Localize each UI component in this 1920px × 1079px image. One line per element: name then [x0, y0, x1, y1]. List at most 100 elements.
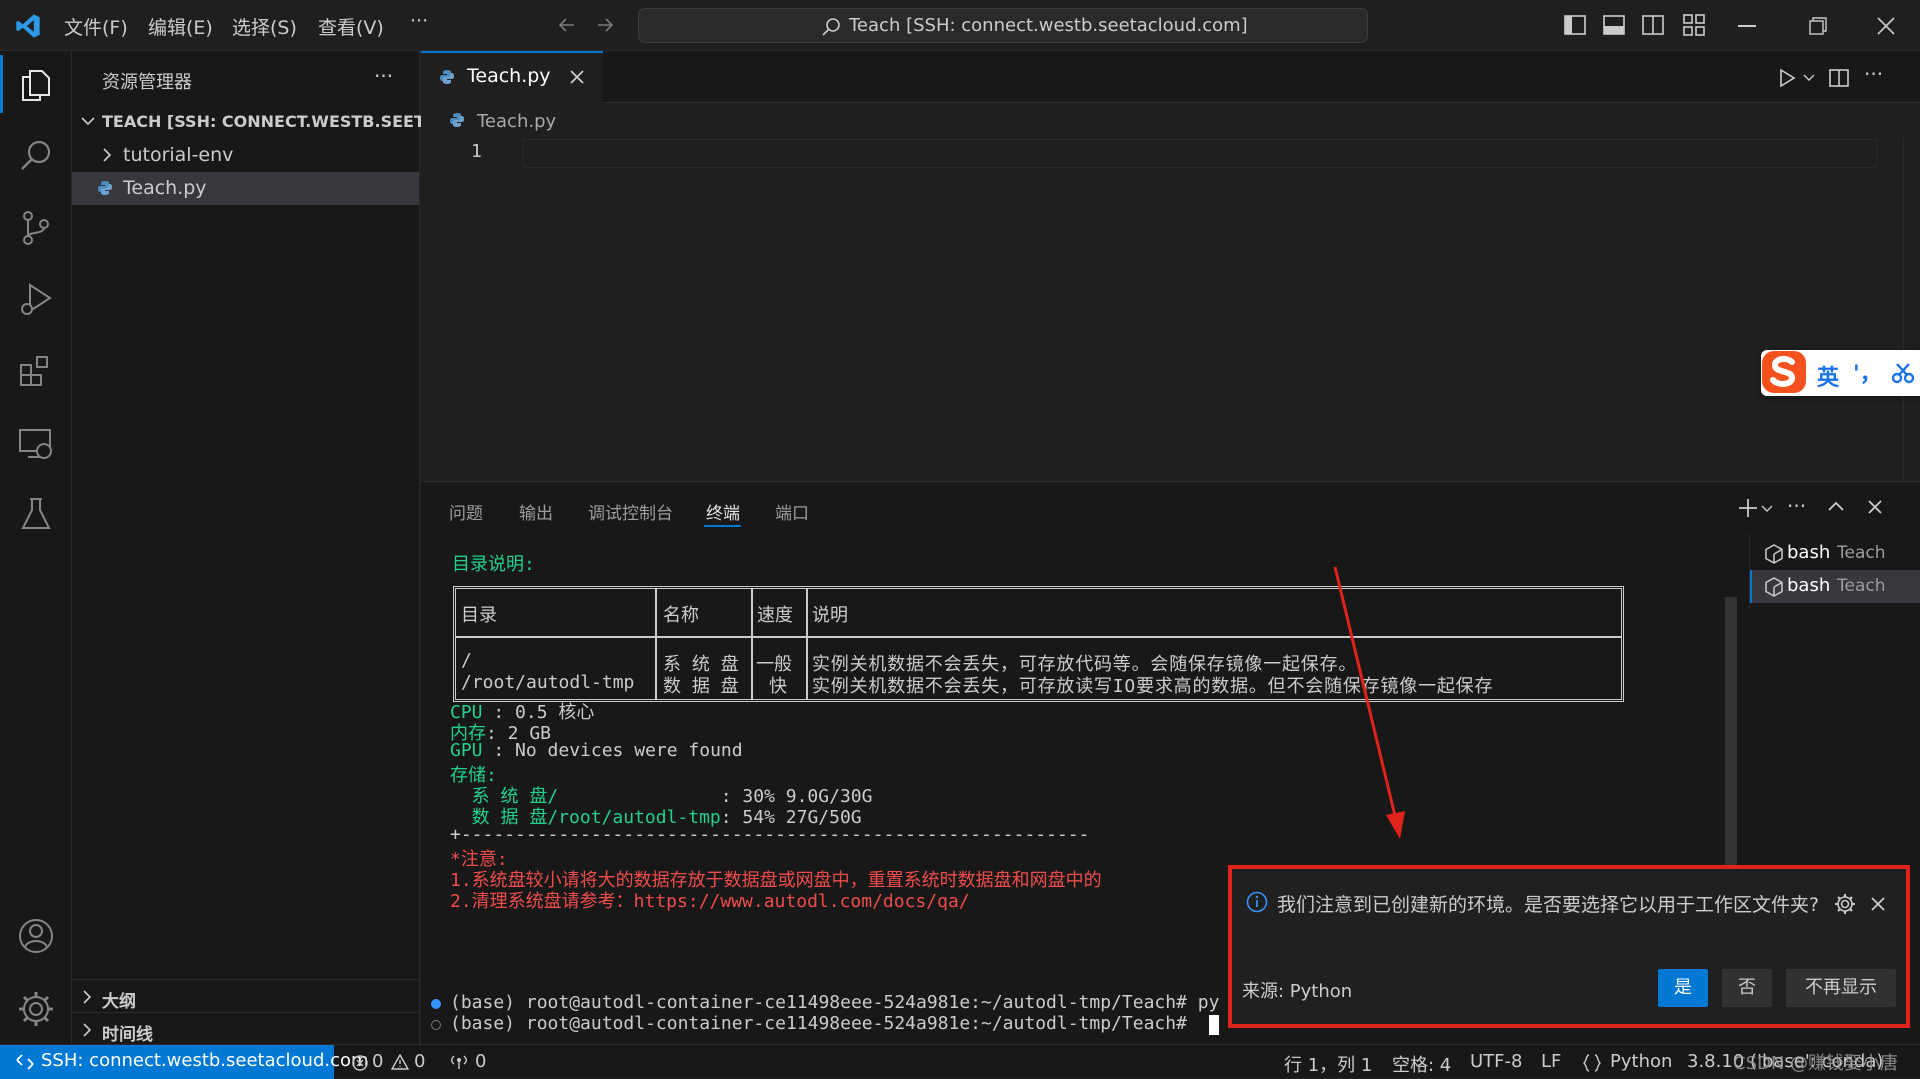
breadcrumb[interactable]: Teach.py	[477, 111, 556, 132]
menu-more[interactable]: ···	[410, 10, 428, 32]
terminal-prompt-2[interactable]: (base) root@autodl-container-ce11498eee-…	[450, 1013, 1198, 1034]
tree-item-label: Teach.py	[123, 177, 207, 199]
error-count[interactable]: 0	[372, 1051, 383, 1072]
source-control-icon[interactable]	[16, 208, 56, 248]
close-window-icon[interactable]	[1877, 17, 1895, 35]
forward-arrow-icon[interactable]	[594, 14, 616, 36]
annotation-arrow	[1333, 566, 1405, 839]
testing-icon[interactable]	[16, 494, 56, 534]
extensions-icon[interactable]	[16, 351, 56, 391]
close-panel-icon[interactable]	[1867, 499, 1883, 515]
tree-item-teach-py[interactable]: Teach.py	[72, 172, 419, 205]
active-tab-underline	[704, 525, 741, 527]
ime-tools-icon[interactable]	[1891, 362, 1915, 384]
tab-problems[interactable]: 问题	[449, 499, 483, 524]
toggle-panel-icon[interactable]	[1603, 15, 1625, 35]
table-header-cell: 目录	[461, 605, 497, 626]
remote-explorer-icon[interactable]	[16, 423, 56, 463]
workspace-folder-header[interactable]: TEACH [SSH: CONNECT.WESTB.SEETAC...	[72, 106, 466, 139]
terminal-bash-icon	[1764, 544, 1784, 564]
command-decoration-success-icon[interactable]	[431, 999, 441, 1009]
minimize-icon[interactable]	[1738, 25, 1756, 27]
warning-icon[interactable]	[391, 1054, 409, 1070]
remote-connection-icon	[16, 1054, 34, 1070]
workspace-folder-label: TEACH [SSH: CONNECT.WESTB.SEETAC...	[102, 112, 466, 131]
outline-section[interactable]: 大纲	[72, 981, 419, 1014]
terminal-tab-bash-1[interactable]: bash Teach	[1750, 537, 1920, 569]
toggle-secondary-sidebar-icon[interactable]	[1642, 15, 1664, 35]
menu-selection[interactable]: 选择(S)	[232, 13, 297, 40]
cursor-position[interactable]: 行 1，列 1	[1284, 1051, 1372, 1077]
language-braces-icon[interactable]	[1583, 1054, 1601, 1072]
vertical-scrollbar[interactable]	[1903, 137, 1920, 481]
explorer-icon[interactable]	[16, 65, 56, 105]
run-dropdown-chevron-icon[interactable]	[1803, 74, 1815, 82]
tree-item-tutorial-env[interactable]: tutorial-env	[72, 139, 419, 172]
notification-settings-gear-icon[interactable]	[1834, 893, 1856, 915]
terminal-prompt-1: (base) root@autodl-container-ce11498eee-…	[450, 992, 1220, 1013]
terminal-divider-line: +---------------------------------------…	[450, 824, 1090, 845]
ime-language[interactable]: 英	[1817, 360, 1839, 392]
command-center-search[interactable]: Teach [SSH: connect.westb.seetacloud.com…	[638, 8, 1368, 43]
active-indicator	[0, 55, 3, 113]
table-header-cell: 说明	[812, 605, 848, 626]
accounts-icon[interactable]	[16, 916, 56, 956]
terminal-info-table: 目录 名称 速度 说明 / /root/autodl-tmp 系 统 盘 数 据…	[453, 586, 1624, 702]
activity-bar	[0, 51, 72, 1044]
panel-more-actions-button[interactable]: ···	[1787, 494, 1806, 518]
remote-indicator[interactable]: SSH: connect.westb.seetacloud.com	[0, 1045, 369, 1079]
language-mode[interactable]: Python	[1610, 1051, 1672, 1072]
search-icon[interactable]	[16, 136, 56, 176]
menu-view[interactable]: 查看(V)	[318, 13, 384, 40]
table-header-cell: 速度	[757, 605, 793, 626]
indentation[interactable]: 空格: 4	[1392, 1051, 1451, 1077]
encoding[interactable]: UTF-8	[1470, 1051, 1522, 1072]
new-terminal-plus-icon[interactable]	[1737, 497, 1759, 519]
sidebar-title: 资源管理器	[102, 72, 192, 93]
settings-gear-icon[interactable]	[16, 989, 56, 1029]
customize-layout-icon[interactable]	[1683, 14, 1705, 36]
info-icon	[1246, 891, 1268, 913]
yes-button[interactable]: 是	[1658, 969, 1708, 1007]
sidebar-more-button[interactable]: ···	[374, 64, 393, 88]
toggle-sidebar-icon[interactable]	[1564, 15, 1586, 35]
table-col-divider	[806, 589, 808, 699]
editor-tab-bar: Teach.py ···	[421, 51, 1920, 103]
title-bar: 文件(F) 编辑(E) 选择(S) 查看(V) ··· Teach [SSH: …	[0, 0, 1920, 51]
split-editor-icon[interactable]	[1829, 68, 1849, 88]
no-button[interactable]: 否	[1722, 969, 1772, 1007]
chevron-right-icon	[100, 147, 114, 163]
ime-punctuation[interactable]: '，	[1853, 356, 1882, 388]
terminal-tab-bash-2[interactable]: bash Teach	[1750, 570, 1920, 603]
terminal-profile-chevron-icon[interactable]	[1761, 505, 1773, 513]
ime-toolbar[interactable]: 英 '，	[1761, 350, 1920, 396]
close-notification-icon[interactable]	[1870, 896, 1886, 912]
tab-ports[interactable]: 端口	[775, 499, 809, 524]
back-arrow-icon[interactable]	[556, 14, 578, 36]
end-of-line[interactable]: LF	[1541, 1051, 1561, 1072]
error-icon[interactable]	[352, 1055, 368, 1071]
ports-count[interactable]: 0	[475, 1051, 486, 1072]
tab-teach-py[interactable]: Teach.py	[421, 51, 603, 103]
run-python-file-icon[interactable]	[1777, 68, 1797, 88]
warning-count[interactable]: 0	[414, 1051, 425, 1072]
menu-file[interactable]: 文件(F)	[64, 13, 128, 40]
tab-terminal[interactable]: 终端	[706, 499, 740, 524]
table-cell: /	[461, 650, 472, 671]
editor-area[interactable]: Teach.py 1 英 '，	[421, 103, 1920, 481]
run-debug-icon[interactable]	[16, 279, 56, 319]
tab-output[interactable]: 输出	[519, 499, 553, 524]
table-cell: /root/autodl-tmp	[461, 672, 635, 693]
menu-edit[interactable]: 编辑(E)	[148, 13, 213, 40]
close-tab-icon[interactable]	[569, 69, 585, 85]
terminal-cursor	[1209, 1015, 1219, 1035]
timeline-section[interactable]: 时间线	[72, 1014, 419, 1047]
terminal-folder: Teach	[1837, 543, 1886, 563]
command-decoration-default-icon[interactable]	[431, 1020, 441, 1030]
ports-broadcast-icon[interactable]	[450, 1054, 468, 1070]
never-show-again-button[interactable]: 不再显示	[1786, 969, 1896, 1007]
editor-more-actions-button[interactable]: ···	[1864, 62, 1883, 86]
tab-debug-console[interactable]: 调试控制台	[588, 499, 673, 524]
maximize-panel-chevron-up-icon[interactable]	[1827, 500, 1845, 512]
restore-icon[interactable]	[1809, 17, 1827, 35]
